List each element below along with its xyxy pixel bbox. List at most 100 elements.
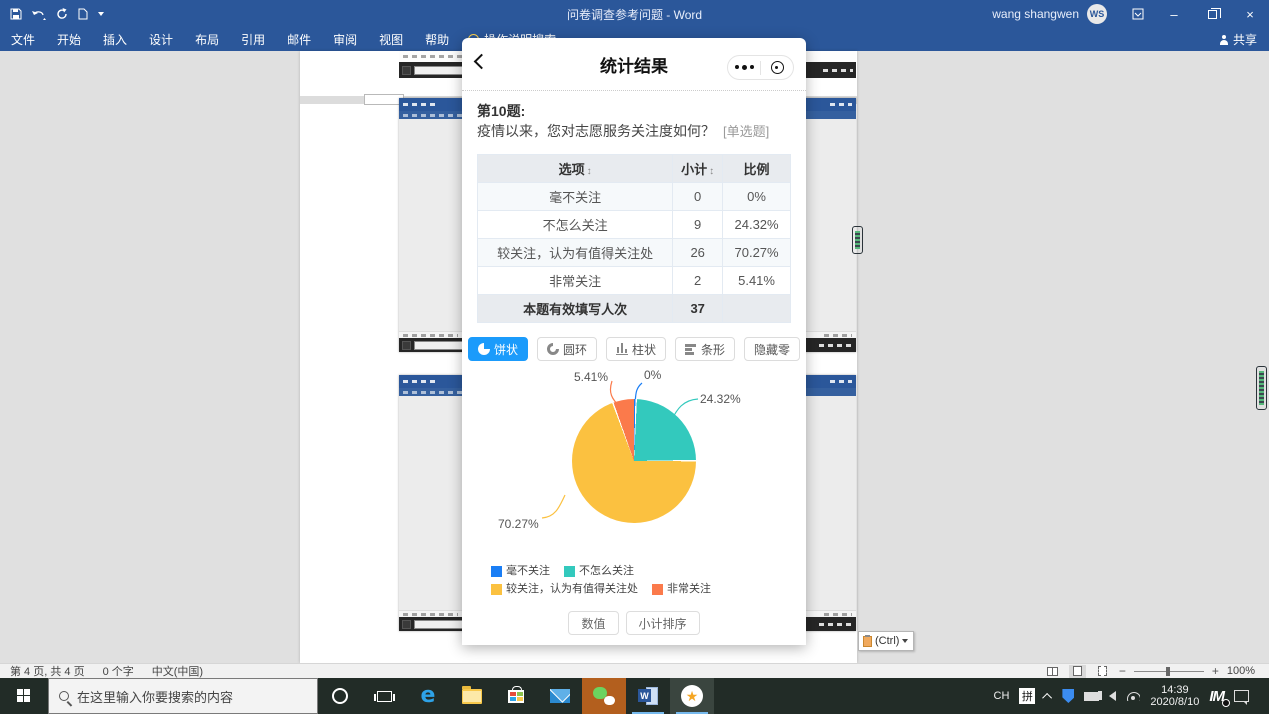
more-options-button[interactable] (728, 56, 760, 79)
table-header-小计[interactable]: 小计 ↕ (672, 154, 724, 183)
minimize-button[interactable]: – (1155, 0, 1193, 28)
action-center-icon[interactable] (1234, 690, 1249, 705)
donut-icon (546, 343, 559, 355)
edge-button[interactable]: e (406, 678, 450, 714)
wechat-icon (593, 687, 615, 705)
ribbon-tab-设计[interactable]: 设计 (138, 28, 184, 51)
folder-icon (462, 685, 482, 704)
ribbon-tab-文件[interactable]: 文件 (0, 28, 46, 51)
word-statusbar: 第 4 页, 共 4 页 0 个字 中文(中国) − + 100% (0, 663, 1269, 678)
legend-label: 毫不关注 (506, 565, 550, 577)
start-button[interactable] (0, 678, 48, 714)
im-tray-icon[interactable]: IM (1209, 688, 1230, 707)
save-icon[interactable] (10, 8, 22, 20)
chart-type-button-隐藏零[interactable]: 隐藏零 (744, 337, 801, 361)
legend-item-较关注，认为有值得关注处[interactable]: 较关注，认为有值得关注处 (491, 583, 638, 596)
task-view-button[interactable] (362, 678, 406, 714)
word-count[interactable]: 0 个字 (103, 663, 134, 679)
speaker-icon[interactable] (1098, 691, 1117, 701)
chart-type-button-圆环[interactable]: 圆环 (536, 337, 597, 361)
taskbar-search-box[interactable]: 在这里输入你要搜索的内容 (48, 678, 318, 714)
table-cell: 本题有效填写人次 (476, 294, 674, 323)
star-app-button[interactable]: ★ (670, 678, 714, 714)
cortana-button[interactable] (318, 678, 362, 714)
table-header-选项[interactable]: 选项 ↕ (476, 154, 674, 183)
file-explorer-button[interactable] (450, 678, 494, 714)
zoom-slider-thumb[interactable] (1165, 666, 1170, 676)
zoom-out-button[interactable]: − (1119, 664, 1126, 678)
avatar[interactable]: WS (1087, 4, 1107, 24)
chart-type-label: 饼状 (493, 342, 518, 357)
print-layout-icon[interactable] (1068, 664, 1086, 678)
chart-type-label: 圆环 (562, 342, 587, 357)
clock[interactable]: 14:39 2020/8/10 (1150, 684, 1199, 708)
question-text: 疫情以来，您对志愿服务关注度如何？ [单选题] (477, 123, 770, 139)
legend-swatch-icon (491, 566, 502, 577)
legend-item-不怎么关注[interactable]: 不怎么关注 (564, 565, 634, 578)
store-button[interactable] (494, 678, 538, 714)
security-shield-icon[interactable] (1062, 689, 1075, 703)
ime-indicator[interactable]: 拼 (1019, 688, 1036, 704)
ribbon-tab-引用[interactable]: 引用 (230, 28, 276, 51)
battery-icon[interactable] (1084, 691, 1102, 701)
cortana-icon (332, 688, 348, 704)
close-button[interactable]: × (1231, 0, 1269, 28)
chart-legend: 毫不关注 不怎么关注较关注，认为有值得关注处 非常关注 (491, 565, 777, 601)
hidden-icons-chevron-icon[interactable] (1042, 692, 1053, 703)
network-icon[interactable] (1126, 691, 1141, 701)
exit-target-button[interactable] (761, 56, 793, 79)
undo-icon[interactable] (32, 9, 46, 20)
read-mode-icon[interactable] (1044, 665, 1061, 678)
table-cell: 毫不关注 (476, 182, 674, 211)
language-tray-label[interactable]: CH (994, 690, 1010, 702)
account-name[interactable]: wang shangwen (992, 7, 1079, 21)
qat-customize-caret-icon[interactable] (98, 12, 104, 16)
word-titlebar: 问卷调查参考问题 - Word wang shangwen WS – × (0, 0, 1269, 28)
zoom-level[interactable]: 100% (1227, 665, 1255, 677)
zoom-slider[interactable] (1133, 666, 1204, 676)
redo-icon[interactable] (56, 8, 68, 20)
zoom-in-button[interactable]: + (1212, 664, 1219, 678)
restore-button[interactable] (1193, 0, 1231, 28)
share-button[interactable]: 共享 (1219, 31, 1257, 48)
ribbon-display-options-button[interactable] (1121, 0, 1155, 28)
chart-type-button-条形[interactable]: 条形 (675, 337, 736, 361)
popup-header: 统计结果 (462, 38, 806, 90)
pie-chart-zone: 5.41% 0% 24.32% 70.27% (462, 367, 806, 557)
legend-label: 较关注，认为有值得关注处 (506, 583, 638, 595)
pie-label-5.41: 5.41% (573, 370, 608, 384)
legend-item-毫不关注[interactable]: 毫不关注 (491, 565, 550, 578)
chart-type-button-柱状[interactable]: 柱状 (605, 337, 666, 361)
bottom-button-数值[interactable]: 数值 (568, 611, 619, 635)
ribbon-tab-布局[interactable]: 布局 (184, 28, 230, 51)
ribbon-tab-开始[interactable]: 开始 (46, 28, 92, 51)
task-view-icon (373, 690, 395, 702)
ribbon-tab-邮件[interactable]: 邮件 (276, 28, 322, 51)
table-cell: 较关注，认为有值得关注处 (476, 238, 674, 267)
windows-logo-icon (17, 689, 31, 703)
paste-options-button[interactable]: (Ctrl) (858, 631, 914, 651)
legend-item-非常关注[interactable]: 非常关注 (652, 583, 711, 596)
ribbon-tab-视图[interactable]: 视图 (368, 28, 414, 51)
wechat-button[interactable] (582, 678, 626, 714)
chart-type-button-饼状[interactable]: 饼状 (467, 337, 528, 361)
word-taskbar-button[interactable]: W (626, 678, 670, 714)
new-document-icon[interactable] (78, 8, 88, 20)
legend-swatch-icon (652, 584, 663, 595)
web-layout-icon[interactable] (1094, 665, 1111, 678)
screen-dock-widget[interactable] (1256, 366, 1267, 410)
bar-icon (685, 343, 697, 355)
legend-label: 不怎么关注 (579, 565, 634, 577)
bottom-button-小计排序[interactable]: 小计排序 (625, 611, 700, 635)
ribbon-tab-插入[interactable]: 插入 (92, 28, 138, 51)
page-indicator[interactable]: 第 4 页, 共 4 页 (10, 663, 85, 679)
ribbon-tab-帮助[interactable]: 帮助 (414, 28, 460, 51)
mail-button[interactable] (538, 678, 582, 714)
pie-chart[interactable] (572, 399, 696, 523)
table-cell: 0% (722, 182, 791, 211)
language-indicator[interactable]: 中文(中国) (152, 663, 203, 679)
tray-date: 2020/8/10 (1150, 696, 1200, 708)
mail-icon (550, 689, 570, 703)
ribbon-tab-审阅[interactable]: 审阅 (322, 28, 368, 51)
back-chevron-icon[interactable] (473, 53, 490, 70)
